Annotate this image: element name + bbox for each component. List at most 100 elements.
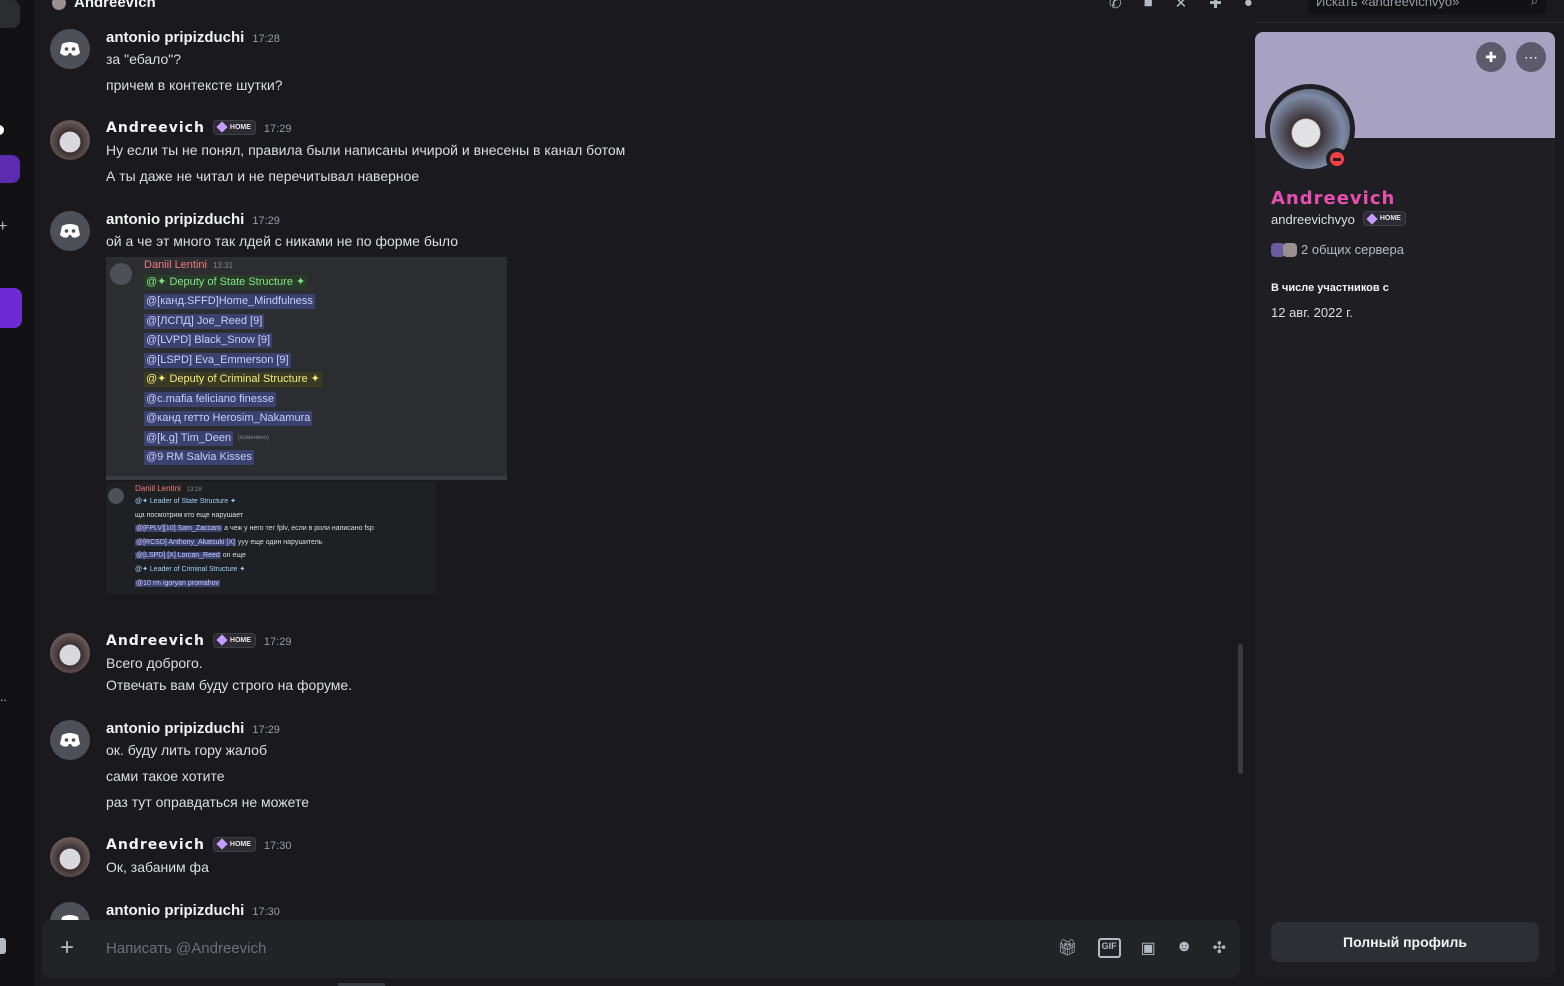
profile-display-name: Andreevich xyxy=(1271,188,1396,209)
message-text: за "ебало"? xyxy=(106,51,182,67)
discord-logo-icon xyxy=(60,733,80,747)
username[interactable]: antonio pripizduchi xyxy=(106,720,244,737)
more-options-icon[interactable]: ⋯ xyxy=(1516,42,1546,72)
timestamp: 17:29 xyxy=(263,636,292,648)
full-profile-button[interactable]: Полный профиль xyxy=(1271,922,1539,962)
composer-toolbar: 🎁︎ GIF ▣ ☻ ✣ xyxy=(1057,938,1226,958)
user-mention: @[LSPD] Eva_Emmerson [9] xyxy=(144,353,291,368)
attachment-text: @[RCSD] Anthony_Akatsuki [X] ууу еще оди… xyxy=(135,539,323,546)
image-attachment[interactable]: Daniil Lentini 13:28 @✦ Leader of State S… xyxy=(106,482,436,594)
user-mention: @[k.g] Tim_Deen xyxy=(144,431,234,446)
server-tag[interactable]: HOME xyxy=(212,836,256,852)
member-since-label: В числе участников с xyxy=(1271,282,1389,294)
role-mention: @✦ Deputy of Criminal Structure ✦ xyxy=(144,372,322,387)
add-server-icon[interactable]: + xyxy=(0,218,7,236)
message-header: Andreevich HOME 17:30 xyxy=(106,836,291,853)
profile-username: andreevichvyo xyxy=(1271,212,1355,227)
member-since-date: 12 авг. 2022 г. xyxy=(1271,305,1353,320)
gem-icon xyxy=(216,121,228,133)
username[interactable]: antonio pripizduchi xyxy=(106,29,244,46)
message-text: ок. буду лить гору жалоб xyxy=(106,742,267,758)
server-icon[interactable] xyxy=(0,288,22,328)
profile-toggle-icon[interactable]: ● xyxy=(1244,0,1253,12)
server-icon xyxy=(1283,242,1297,257)
mutual-servers[interactable]: 2 общих сервера xyxy=(1271,242,1404,257)
username[interactable]: Andreevich xyxy=(106,633,205,649)
user-mention: @9 RM Salvia Kisses xyxy=(144,450,254,465)
dm-title-text: Andreevich xyxy=(74,0,156,11)
add-friends-icon[interactable]: ✚ xyxy=(1209,0,1222,12)
server-icon[interactable] xyxy=(0,155,20,183)
discord-logo-icon xyxy=(60,42,80,56)
user-avatar[interactable] xyxy=(50,837,90,877)
message-list[interactable]: antonio pripizduchi 17:28 за "ебало"? пр… xyxy=(34,22,1252,986)
attachment-text: ща посмотрим кто еще нарушает xyxy=(135,512,244,519)
attachment-author: Daniil Lentini 13:28 xyxy=(135,484,202,493)
message-header: antonio pripizduchi 17:30 xyxy=(106,902,280,919)
server-icon[interactable] xyxy=(0,0,20,28)
discord-logo-icon xyxy=(60,224,80,238)
image-attachment[interactable]: Daniil Lentini 13:31 @✦ Deputy of State S… xyxy=(106,257,507,480)
user-mention: @[ЛСПД] Joe_Reed [9] xyxy=(144,314,265,329)
timestamp: 17:29 xyxy=(263,123,292,135)
gem-icon xyxy=(1366,212,1378,225)
message-text: сами такое хотите xyxy=(106,768,225,784)
channel-header: Andreevich ✆ ■ ✕ ✚ ● Искать «andreevichv… xyxy=(34,0,1564,23)
timestamp: 17:28 xyxy=(252,33,280,45)
gift-icon[interactable]: 🎁︎ xyxy=(1057,938,1077,958)
message-header: antonio pripizduchi 17:29 xyxy=(106,720,280,737)
search-icon: ⌕ xyxy=(1530,0,1538,8)
user-mention: @[LVPD] Black_Snow [9] xyxy=(144,333,273,348)
video-icon[interactable]: ■ xyxy=(1144,0,1153,12)
message-composer[interactable]: + Написать @Andreevich 🎁︎ GIF ▣ ☻ ✣ xyxy=(42,920,1240,978)
pin-icon[interactable]: ✕ xyxy=(1175,0,1188,12)
username[interactable]: antonio pripizduchi xyxy=(106,902,244,919)
gif-icon[interactable]: GIF xyxy=(1097,938,1121,958)
phone-icon[interactable]: ✆ xyxy=(1109,0,1122,12)
timestamp: 17:29 xyxy=(252,724,280,736)
username[interactable]: Andreevich xyxy=(106,120,205,136)
server-tag[interactable]: HOME xyxy=(1362,211,1406,226)
dm-avatar-icon xyxy=(52,0,66,10)
more-icon[interactable]: .. xyxy=(0,690,7,704)
dnd-status-icon xyxy=(1326,148,1348,170)
user-mention: @c.mafia feliciano finesse xyxy=(144,392,276,407)
message-text: Ну если ты не понял, правила были написа… xyxy=(106,142,626,158)
add-friend-icon[interactable]: ✚ xyxy=(1476,42,1506,72)
username[interactable]: Andreevich xyxy=(106,837,205,853)
timestamp: 17:29 xyxy=(252,215,280,227)
gem-icon xyxy=(216,838,228,850)
attachment-text: @[LSPD] [X] Lorcan_Reed on еще xyxy=(135,552,246,559)
username[interactable]: antonio pripizduchi xyxy=(106,211,244,228)
message-input[interactable]: Написать @Andreevich xyxy=(106,940,266,957)
attachment-author: Daniil Lentini 13:31 xyxy=(144,259,234,271)
user-avatar[interactable] xyxy=(50,29,90,69)
scrollbar-thumb[interactable] xyxy=(1238,644,1243,774)
settings-icon[interactable] xyxy=(0,938,6,954)
message-text: Отвечать вам буду строго на форуме. xyxy=(106,677,353,693)
upload-plus-icon[interactable]: + xyxy=(60,936,74,960)
user-avatar[interactable] xyxy=(50,120,90,160)
user-avatar[interactable] xyxy=(50,211,90,251)
server-rail: + .. xyxy=(0,0,34,986)
emoji-icon[interactable]: ☻ xyxy=(1176,938,1193,958)
role-mention: @✦ Leader of State Structure ✦ xyxy=(135,498,236,505)
profile-username-row: andreevichvyo HOME xyxy=(1271,211,1406,227)
server-tag[interactable]: HOME xyxy=(212,632,256,648)
search-placeholder: Искать «andreevichvyo» xyxy=(1316,0,1460,9)
message-header: Andreevich HOME 17:29 xyxy=(106,119,292,136)
attachment-text: @[FPLV][10] Sam_Zaccaro а чеж у него тег… xyxy=(135,525,374,532)
dm-title: Andreevich xyxy=(52,0,156,11)
header-toolbar: ✆ ■ ✕ ✚ ● xyxy=(1109,0,1253,12)
message-header: Andreevich HOME 17:29 xyxy=(106,632,292,649)
gem-icon xyxy=(216,634,228,646)
search-input[interactable]: Искать «andreevichvyo» ⌕ xyxy=(1308,0,1546,14)
message-header: antonio pripizduchi 17:28 xyxy=(106,29,280,46)
discord-logo-icon xyxy=(108,488,124,504)
server-tag[interactable]: HOME xyxy=(212,119,256,135)
apps-icon[interactable]: ✣ xyxy=(1213,938,1226,958)
discord-logo-icon xyxy=(110,263,132,285)
sticker-icon[interactable]: ▣ xyxy=(1141,938,1156,958)
user-avatar[interactable] xyxy=(50,633,90,673)
user-avatar[interactable] xyxy=(50,720,90,760)
